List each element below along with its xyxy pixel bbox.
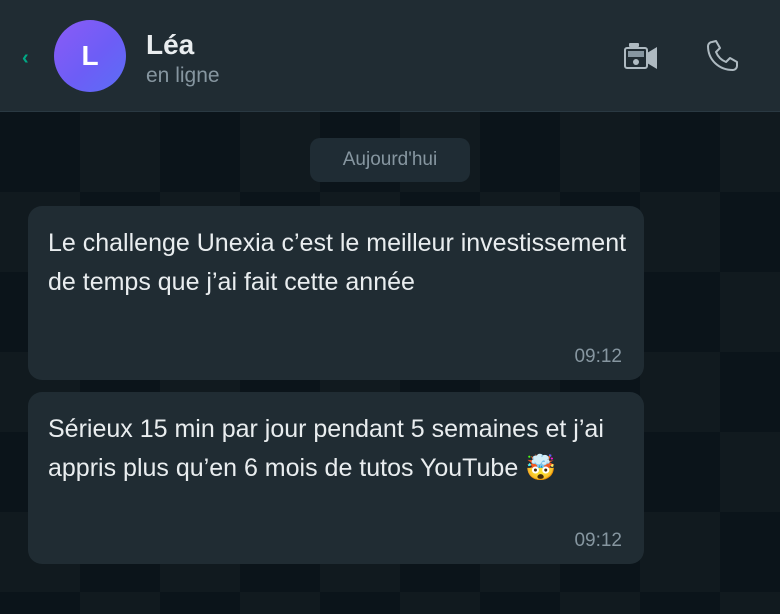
contact-name[interactable]: Léa (146, 28, 194, 62)
avatar-initial: L (81, 40, 99, 71)
phone-icon[interactable] (704, 38, 742, 74)
message-time: 09:12 (574, 346, 622, 367)
message-bubble[interactable]: Le challenge Unexia c’est le meilleur in… (28, 206, 644, 380)
message-bubble[interactable]: Sérieux 15 min par jour pendant 5 semain… (28, 392, 644, 564)
message-text: Le challenge Unexia c’est le meilleur in… (48, 229, 627, 296)
message-time: 09:12 (574, 530, 622, 551)
avatar[interactable]: L (54, 20, 126, 92)
video-camera-icon[interactable] (622, 40, 660, 74)
contact-status: en ligne (146, 64, 220, 87)
message-text: Sérieux 15 min par jour pendant 5 semain… (48, 415, 604, 482)
date-separator: Aujourd'hui (310, 138, 470, 182)
chat-header: ‹ L Léa en ligne (0, 0, 780, 112)
chevron-left-icon[interactable]: ‹ (22, 46, 36, 70)
